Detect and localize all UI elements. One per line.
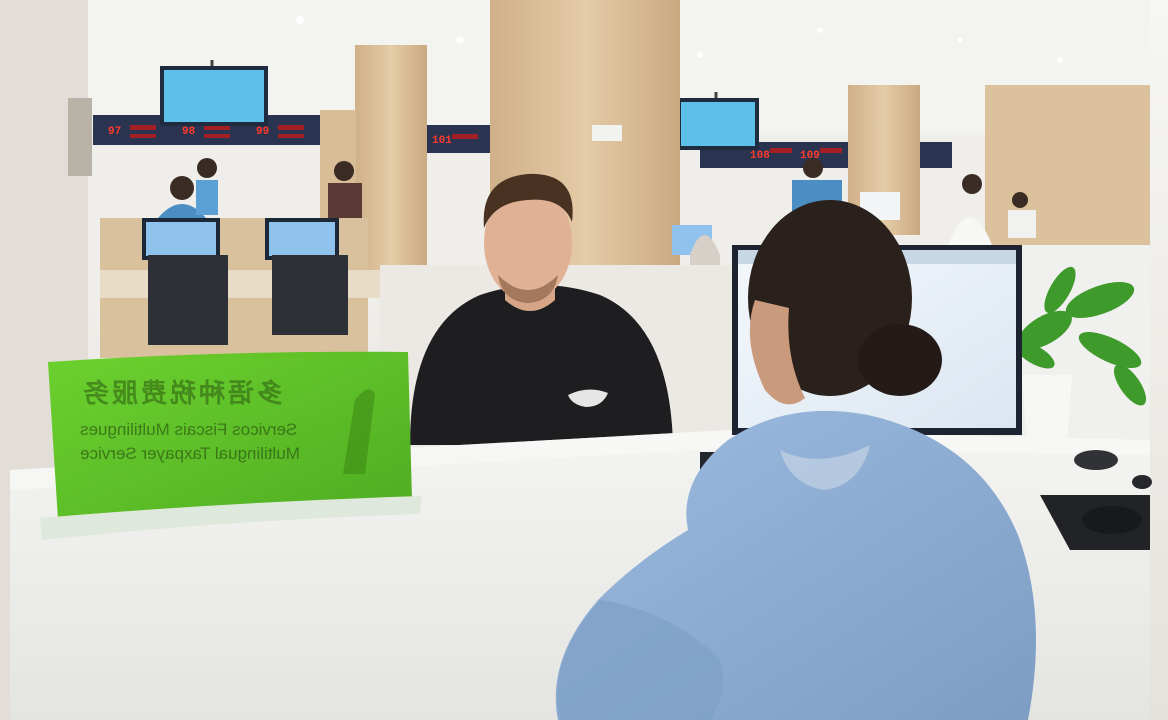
background-person [170,176,194,200]
office-chair [148,255,228,345]
sign-portuguese-text: Servicos Fiscais Multilingues [80,420,298,439]
office-chair [272,255,348,335]
sign-chinese-text: 多语种税费服务 [80,378,284,408]
tax-service-hall-photo: 97 98 99 101 108 109 多语种税费服务 Servicos Fi… [0,0,1168,720]
window-number-97: 97 [108,126,121,138]
background-person [962,174,982,194]
window-number-99: 99 [256,126,269,138]
background-person [334,161,354,181]
background-person [803,158,823,178]
sign-text-group: 多语种税费服务 Servicos Fiscais Multilingues Mu… [80,376,380,466]
background-person [197,158,217,178]
window-number-101: 101 [432,135,452,147]
hair-bun [858,324,942,396]
window-number-108: 108 [750,150,770,162]
card-reader [1074,450,1118,470]
background-person [1012,192,1028,208]
window-number-98: 98 [182,126,196,138]
wall-plaque [68,98,92,176]
computer-mouse [1082,506,1142,534]
photo-scene: 97 98 99 101 108 109 [0,0,1168,720]
sign-english-text: Multilingual Taxpayer Service [80,444,300,463]
